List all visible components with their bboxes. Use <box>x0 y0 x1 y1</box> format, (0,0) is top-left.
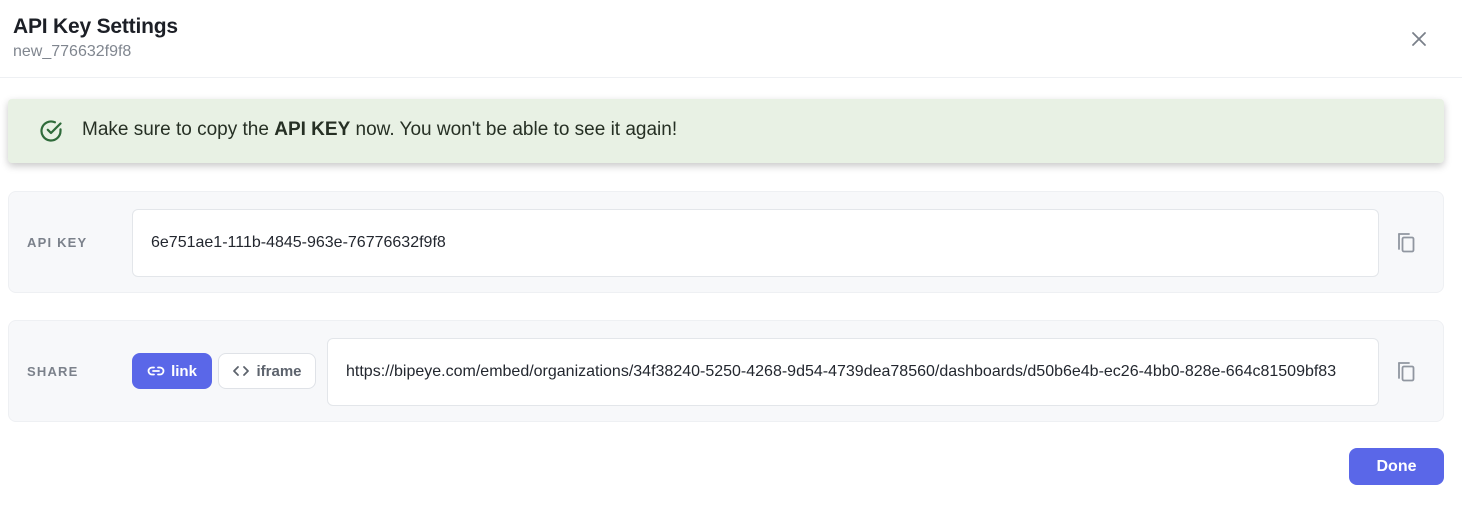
code-icon <box>233 366 250 376</box>
banner-message: Make sure to copy the API KEY now. You w… <box>82 119 677 141</box>
close-icon <box>1412 32 1426 46</box>
link-icon <box>147 366 165 376</box>
tab-iframe-label: iframe <box>256 362 302 380</box>
close-button[interactable] <box>1404 24 1434 54</box>
banner-text-after: now. You won't be able to see it again! <box>350 119 678 140</box>
copy-icon <box>1398 362 1415 382</box>
tab-link[interactable]: link <box>132 353 212 389</box>
copy-share-url-button[interactable] <box>1395 359 1419 385</box>
share-panel: SHARE link iframe https://bipeye.com/emb… <box>8 320 1444 422</box>
warning-banner: Make sure to copy the API KEY now. You w… <box>8 99 1444 163</box>
tab-link-label: link <box>171 362 197 380</box>
copy-icon <box>1398 233 1415 253</box>
dialog-header: API Key Settings new_776632f9f8 <box>0 0 1462 78</box>
check-circle-icon <box>40 120 62 142</box>
dialog-title: API Key Settings <box>13 15 178 38</box>
share-url-field[interactable]: https://bipeye.com/embed/organizations/3… <box>327 338 1379 406</box>
banner-text-bold: API KEY <box>274 119 351 140</box>
api-key-label: API KEY <box>27 235 88 250</box>
done-button[interactable]: Done <box>1349 448 1444 485</box>
dialog-subtitle: new_776632f9f8 <box>13 43 132 60</box>
tab-iframe[interactable]: iframe <box>218 353 316 389</box>
api-key-panel: API KEY 6e751ae1-111b-4845-963e-76776632… <box>8 191 1444 293</box>
api-key-field[interactable]: 6e751ae1-111b-4845-963e-76776632f9f8 <box>132 209 1379 277</box>
copy-api-key-button[interactable] <box>1395 230 1419 256</box>
share-label: SHARE <box>27 364 79 379</box>
banner-text-before: Make sure to copy the <box>82 119 275 140</box>
